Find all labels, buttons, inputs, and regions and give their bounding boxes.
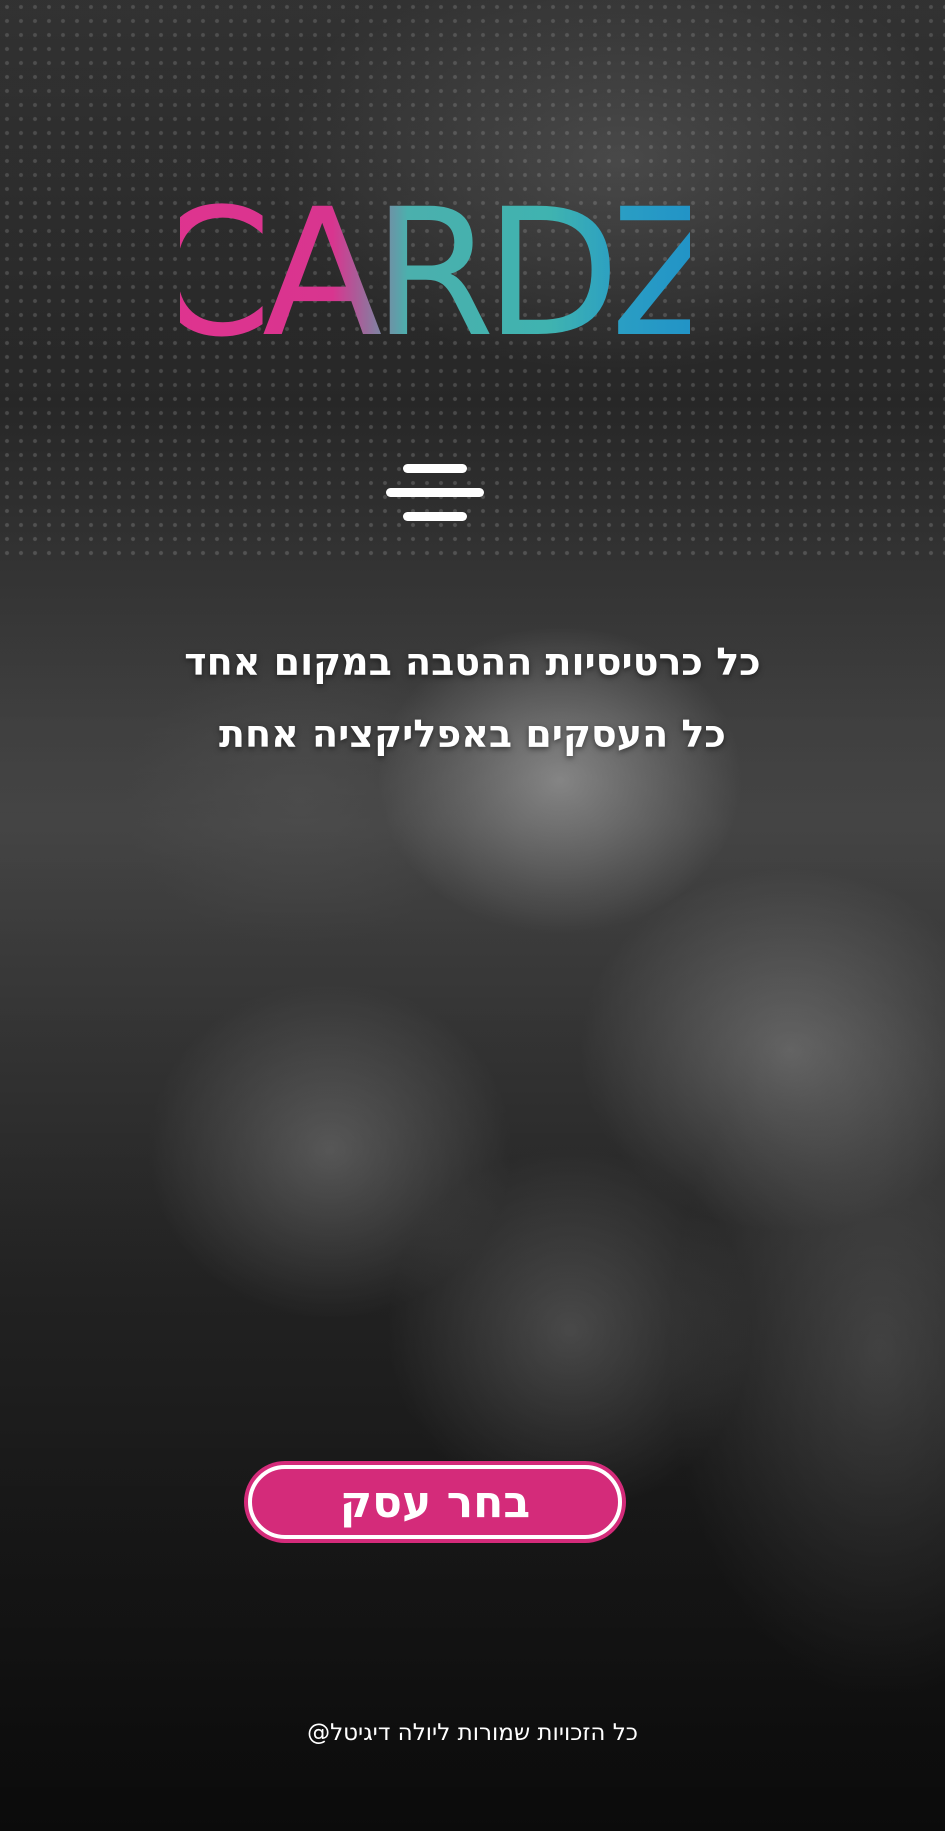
tagline-line-2: כל העסקים באפליקציה אחת bbox=[219, 712, 726, 756]
cardz-logo: CARDZ bbox=[180, 182, 690, 342]
choose-business-button[interactable]: בחר עסק bbox=[248, 1465, 622, 1539]
menu-button[interactable] bbox=[384, 458, 486, 534]
splash-screen: CARDZ כל כרטיסיות ההטבה במקום אחד כל העס… bbox=[0, 0, 945, 1831]
choose-business-label: בחר עסק bbox=[339, 1476, 531, 1528]
copyright-footer: כל הזכויות שמורות ליולה דיגיטל@ bbox=[307, 1720, 638, 1746]
tagline-line-1: כל כרטיסיות ההטבה במקום אחד bbox=[184, 640, 761, 684]
logo-text: CARDZ bbox=[180, 182, 690, 342]
menu-bar-middle bbox=[386, 488, 484, 497]
menu-bar-bottom bbox=[403, 512, 467, 521]
menu-bar-top bbox=[403, 464, 467, 473]
